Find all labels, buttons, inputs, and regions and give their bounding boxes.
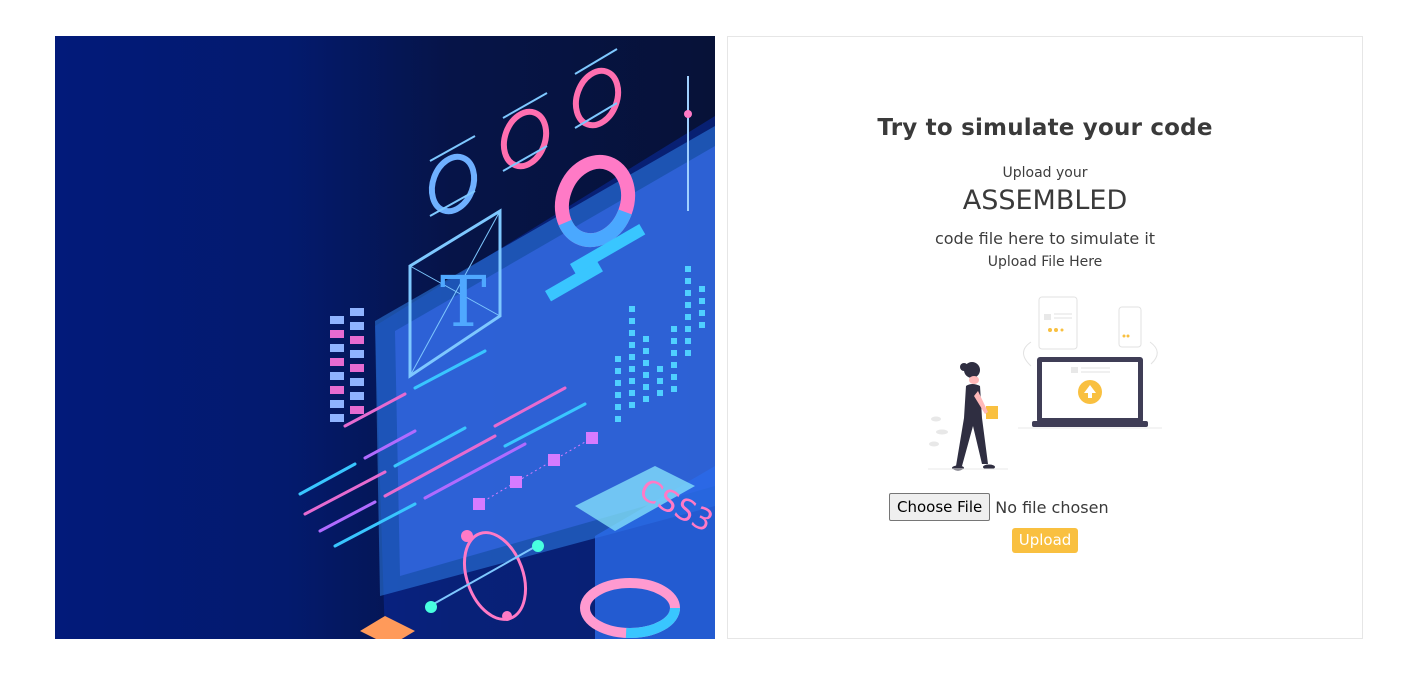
- code-file-text: code file here to simulate it: [934, 229, 1156, 248]
- hero-illustration: T CSS3: [55, 36, 715, 639]
- assembled-text: ASSEMBLED: [962, 185, 1128, 216]
- upload-panel: Try to simulate your code Upload your AS…: [727, 36, 1363, 639]
- file-input[interactable]: Choose File No file chosen: [889, 493, 1109, 521]
- upload-file-here-text: Upload File Here: [987, 254, 1103, 270]
- page-title: Try to simulate your code: [877, 115, 1213, 141]
- choose-file-button[interactable]: Choose File: [889, 493, 991, 521]
- t-glyph: T: [440, 261, 487, 343]
- upload-button[interactable]: Upload: [1012, 528, 1078, 553]
- hero-art: T CSS3: [298, 48, 715, 639]
- file-upload-illustration: [928, 294, 1168, 479]
- file-status-text: No file chosen: [995, 497, 1109, 517]
- upload-your-text: Upload your: [1002, 165, 1088, 181]
